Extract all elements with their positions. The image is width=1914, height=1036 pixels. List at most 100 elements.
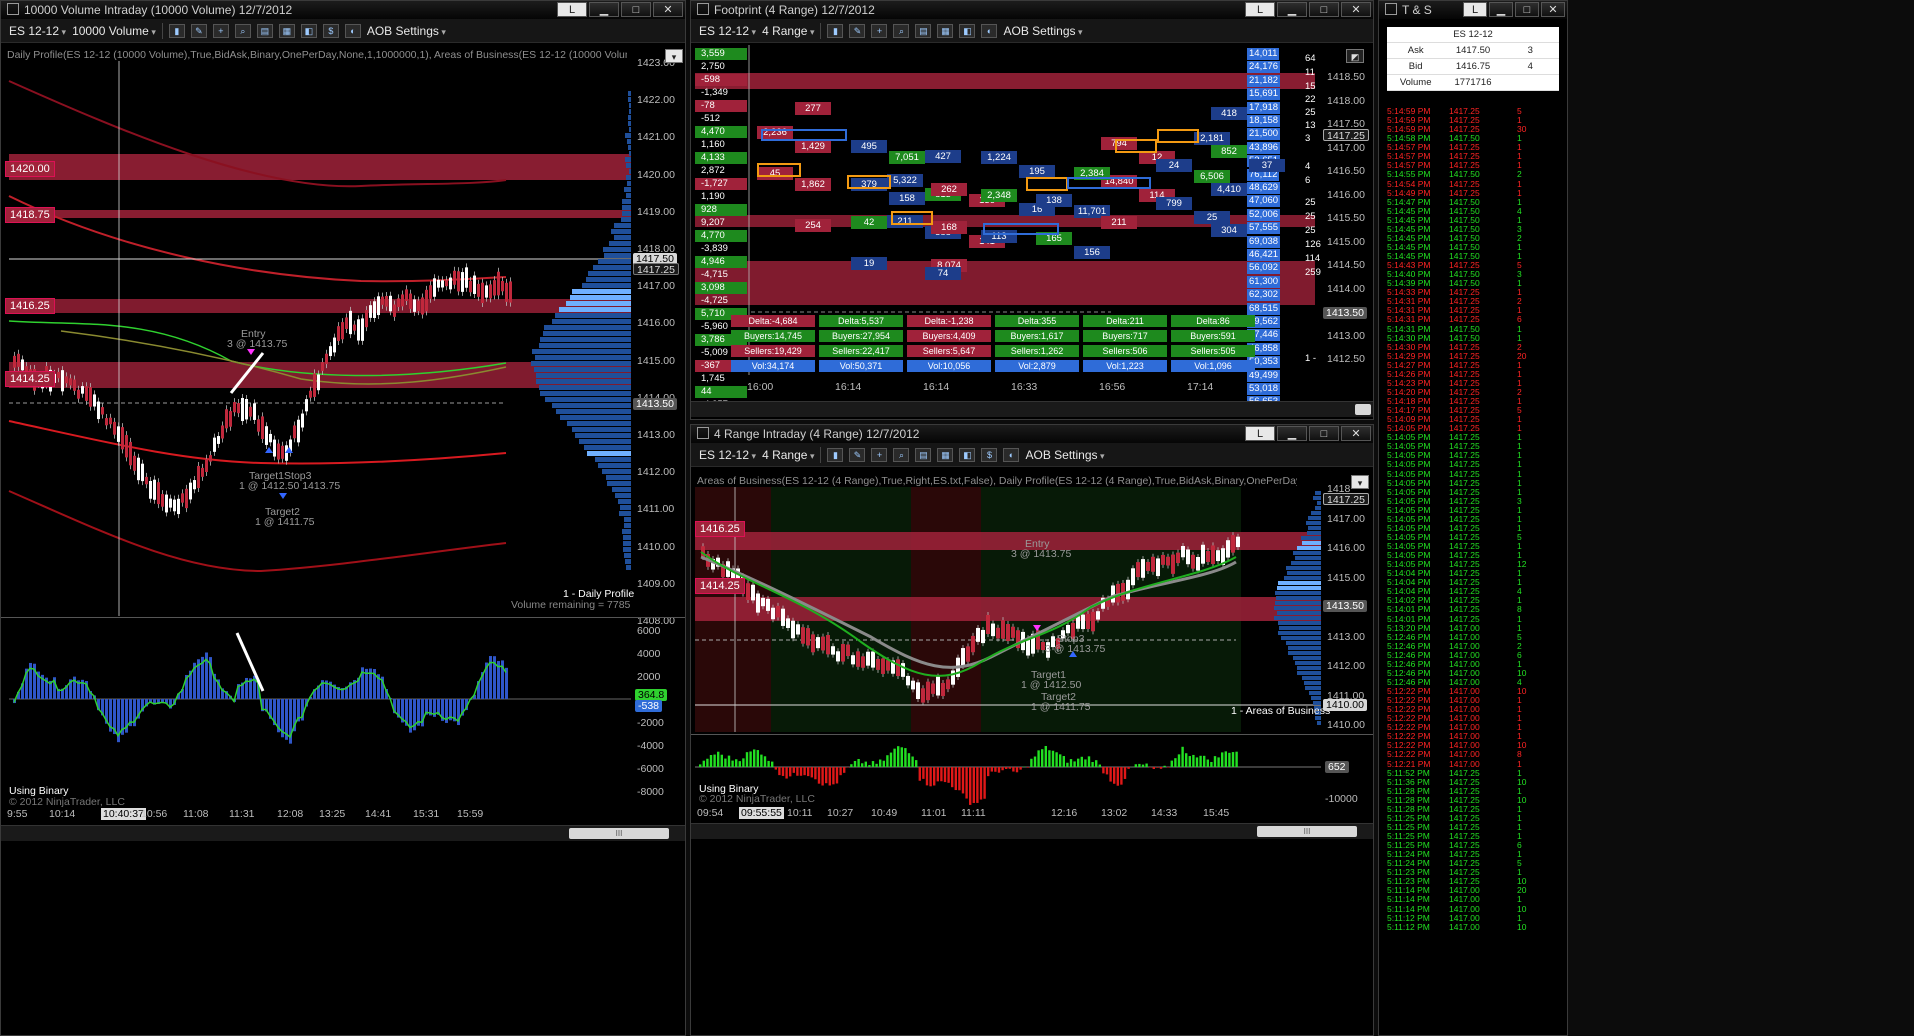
footprint-cell: 2,348 [981,189,1017,202]
maximize-button[interactable]: □ [1309,2,1339,17]
maximize-button[interactable]: □ [1515,2,1539,17]
pencil-icon[interactable]: ✎ [190,23,207,38]
cumulative-delta-cell: -4,725 [701,295,728,306]
link-button[interactable]: L [1245,426,1275,441]
strategies-icon[interactable]: ▦ [278,23,295,38]
period-selector[interactable]: 10000 Volume [72,24,156,38]
zoom-icon[interactable]: ⌕ [234,23,251,38]
histogram-bar [1120,767,1123,785]
minimize-button[interactable]: ▁ [1277,426,1307,441]
minimize-button[interactable]: ▁ [589,2,619,17]
bar-type-icon[interactable]: ▮ [168,23,185,38]
candle-body [501,280,504,292]
close-button[interactable]: ✕ [653,2,683,17]
indicators-icon[interactable]: ◧ [959,447,976,462]
indicators-icon[interactable]: ◧ [300,23,317,38]
strategies-icon[interactable]: ▦ [937,23,954,38]
link-button[interactable]: L [557,2,587,17]
dollar-icon[interactable]: $ [322,23,339,38]
properties-icon[interactable]: ▤ [256,23,273,38]
period-selector[interactable]: 4 Range [762,448,814,462]
panel-dropdown-button[interactable]: ◩ [1346,49,1364,63]
cursor-icon[interactable]: + [212,23,229,38]
time-axis-tick: 16:14 [835,381,862,393]
scroll-thumb[interactable] [1355,404,1371,415]
horizontal-scrollbar[interactable]: III [691,823,1373,839]
minimize-button[interactable]: ▁ [1277,2,1307,17]
zoom-icon[interactable]: ⌕ [893,447,910,462]
close-button[interactable]: ✕ [1541,2,1565,17]
scroll-thumb[interactable]: III [1257,826,1357,837]
profile-bar [1274,616,1321,620]
range-chart-title-bar[interactable]: 4 Range Intraday (4 Range) 12/7/2012 L ▁… [691,425,1373,443]
price-chart[interactable] [1,61,631,616]
imbalance-box [1157,129,1199,143]
aob-settings-menu[interactable]: AOB Settings [367,24,446,38]
indicators-icon[interactable]: ◧ [959,23,976,38]
zoom-icon[interactable]: ⌕ [893,23,910,38]
scroll-thumb[interactable]: III [569,828,669,839]
profile-count: 4 [1305,161,1311,172]
footprint-title-bar[interactable]: Footprint (4 Range) 12/7/2012 L ▁ □ ✕ [691,1,1373,19]
cursor-icon[interactable]: + [871,447,888,462]
trade-list[interactable]: 5:14:59 PM 1417.25 5 5:14:59 PM 1417.25 1 5:14… [1387,106,1559,932]
bar-statistic-cell: Vol:10,056 [907,360,991,372]
profile-bar [1295,556,1321,560]
aob-settings-menu[interactable]: AOB Settings [1003,24,1082,38]
chart-trader-icon[interactable]: ◐ [344,23,361,38]
bar-type-icon[interactable]: ▮ [827,23,844,38]
instrument-selector[interactable]: ES 12-12 [9,24,66,38]
candle-body [293,425,296,439]
close-button[interactable]: ✕ [1341,426,1371,441]
horizontal-scrollbar[interactable] [691,401,1373,417]
panel-divider[interactable] [691,734,1373,735]
time-and-sales-title-bar[interactable]: T & S L ▁ □ ✕ [1379,1,1567,19]
candle-body [876,658,880,670]
histogram-bar [1069,759,1073,767]
close-button[interactable]: ✕ [1341,2,1371,17]
candle-body [229,411,232,427]
candle-body [493,280,496,296]
volume-chart-title-bar[interactable]: 10000 Volume Intraday (10000 Volume) 12/… [1,1,685,19]
properties-icon[interactable]: ▤ [915,23,932,38]
histogram-bar [893,748,896,767]
candle-body [1226,540,1230,558]
properties-icon[interactable]: ▤ [915,447,932,462]
instrument-selector[interactable]: ES 12-12 [699,24,756,38]
profile-bar [624,187,631,192]
minimize-button[interactable]: ▁ [1489,2,1513,17]
bar-type-icon[interactable]: ▮ [827,447,844,462]
panel-divider[interactable] [1,617,685,618]
chart-trader-icon[interactable]: ◐ [1003,447,1020,462]
chart-trader-icon[interactable]: ◐ [981,23,998,38]
instrument-selector[interactable]: ES 12-12 [699,448,756,462]
panel-dropdown-button[interactable]: ▾ [665,49,683,63]
footprint-cell: 25 [1194,211,1230,224]
candle-body [776,605,780,618]
histogram-bar [1102,767,1105,774]
candle-body [509,281,512,303]
oscillator-panel[interactable] [1,619,631,799]
histogram-bar [875,763,878,767]
aob-settings-menu[interactable]: AOB Settings [1025,448,1104,462]
link-button[interactable]: L [1245,2,1275,17]
strategies-icon[interactable]: ▦ [937,447,954,462]
horizontal-scrollbar[interactable]: III [1,825,685,841]
period-selector[interactable]: 4 Range [762,24,814,38]
cursor-icon[interactable]: + [871,23,888,38]
panel-dropdown-button[interactable]: ▾ [1351,475,1369,489]
time-axis-tick: 12:16 [1051,807,1078,819]
link-button[interactable]: L [1463,2,1487,17]
price-axis-tick: 1410.00 [1327,719,1365,731]
window-icon [7,3,19,15]
dollar-icon[interactable]: $ [981,447,998,462]
profile-bar [612,487,631,492]
range-price-chart[interactable] [691,487,1321,732]
candle-body [253,403,256,420]
pencil-icon[interactable]: ✎ [849,447,866,462]
profile-bar [540,391,631,396]
maximize-button[interactable]: □ [621,2,651,17]
pencil-icon[interactable]: ✎ [849,23,866,38]
price-axis: 1423.00 1422.00 1421.00 1420.00 1419.00 1418.… [631,57,675,627]
maximize-button[interactable]: □ [1309,426,1339,441]
